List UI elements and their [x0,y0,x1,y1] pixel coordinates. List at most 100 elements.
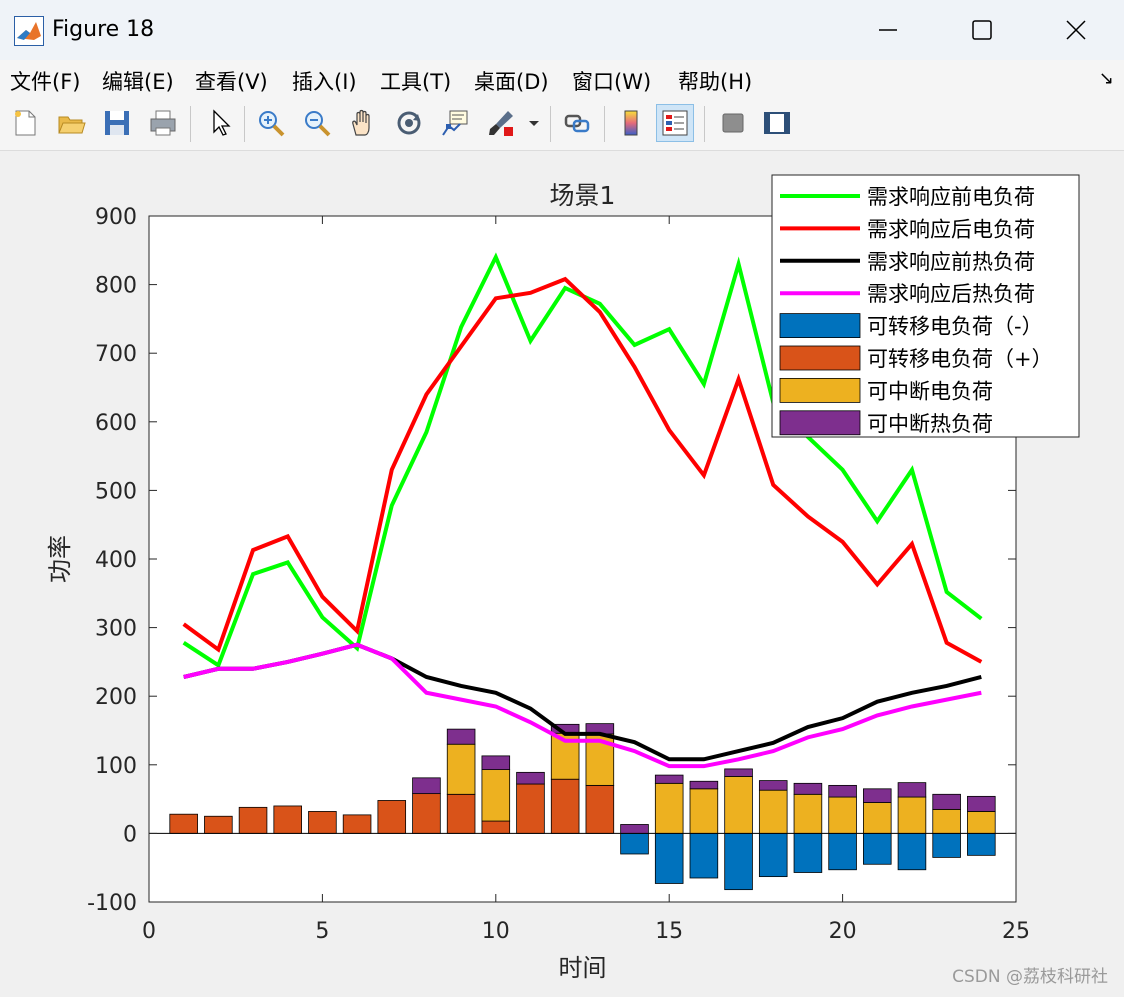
bar-transfer-minus [689,833,719,879]
y-tick-label: 100 [95,754,137,779]
maximize-icon [972,20,992,40]
bar-interruptible-heat [620,824,649,834]
close-button[interactable] [1030,0,1122,60]
menu-bar: 文件(F) 编辑(E) 查看(V) 插入(I) 工具(T) 桌面(D) 窗口(W… [0,60,1124,98]
menu-file[interactable]: 文件(F) [10,66,80,96]
x-tick-label: 20 [829,919,857,944]
bar-interruptible-heat [758,780,788,791]
y-tick-label: 600 [95,411,137,436]
bar-transfer-plus [585,784,615,834]
save-icon[interactable] [98,104,136,142]
bar-transfer-minus [932,833,961,858]
toolbar-separator [190,106,191,142]
y-tick-label: 700 [95,342,137,367]
menu-insert[interactable]: 插入(I) [292,66,357,96]
bar-interruptible-elec [932,808,961,834]
bar-transfer-plus [273,805,302,834]
title-bar: Figure 18 [0,0,1124,60]
legend-entry-label: 需求响应前电负荷 [867,185,1035,209]
bar-transfer-plus [204,815,233,834]
bar-transfer-plus [377,800,407,834]
bar-interruptible-elec [446,743,476,795]
legend-bar-swatch [779,313,861,339]
hide-plot-tools-icon[interactable] [714,104,752,142]
bar-transfer-minus [863,833,892,865]
bar-interruptible-elec [863,802,892,834]
y-tick-label: 900 [95,205,137,230]
x-tick-label: 0 [142,919,156,944]
legend: 需求响应前电负荷需求响应后电负荷需求响应前热负荷需求响应后热负荷可转移电负荷（-… [771,174,1080,438]
bar-interruptible-heat [793,782,823,795]
bar-transfer-plus [516,783,545,834]
bar-interruptible-heat [724,768,753,777]
bar-interruptible-heat [481,755,511,771]
bar-transfer-minus [793,833,823,873]
toolbar-separator [604,106,605,142]
menu-help[interactable]: 帮助(H) [678,66,752,96]
x-axis-label: 时间 [559,954,607,982]
toolbar-separator [244,106,245,142]
brush-dropdown-icon[interactable] [524,104,544,142]
bar-interruptible-elec [654,782,684,834]
figure-canvas: 0 5 10 15 20 25 -100 0 100 200 300 400 500 600 700 800 9… [2,151,1122,993]
bar-interruptible-elec [828,796,857,834]
menu-desktop[interactable]: 桌面(D) [474,66,549,96]
legend-entry-label: 可转移电负荷（-） [867,315,1043,339]
legend-icon[interactable] [656,104,694,142]
bar-interruptible-heat [932,793,961,810]
link-plot-icon[interactable] [558,104,596,142]
data-cursor-icon[interactable] [436,104,474,142]
bar-transfer-plus [342,814,372,834]
dock-arrow-icon[interactable]: ↘ [1099,68,1114,89]
bar-interruptible-heat [446,728,476,745]
maximize-button[interactable] [936,0,1028,60]
y-tick-label: 800 [95,274,137,299]
zoom-in-icon[interactable] [252,104,290,142]
menu-window[interactable]: 窗口(W) [572,66,651,96]
x-tick-label: 25 [1002,919,1030,944]
chart-svg: 0 5 10 15 20 25-10001002003004005006007008009… [46,174,1080,982]
bar-interruptible-elec [793,793,823,834]
menu-tools[interactable]: 工具(T) [380,66,451,96]
show-plot-tools-icon[interactable] [758,104,796,142]
legend-entry-label: 可中断热负荷 [867,412,993,436]
new-figure-icon[interactable] [6,104,44,142]
toolbar-separator [704,106,705,142]
x-tick-label: 5 [315,919,329,944]
colorbar-icon[interactable] [612,104,650,142]
legend-bar-swatch [779,410,861,436]
pointer-icon[interactable] [200,104,238,142]
legend-bar-swatch [779,377,861,403]
bar-interruptible-heat [689,780,719,790]
bar-interruptible-elec [758,789,788,834]
menu-view[interactable]: 查看(V) [195,66,268,96]
pan-hand-icon[interactable] [344,104,382,142]
zoom-out-icon[interactable] [298,104,336,142]
print-icon[interactable] [144,104,182,142]
y-tick-label: 400 [95,548,137,573]
minimize-icon [879,29,897,31]
bar-interruptible-elec [967,811,996,834]
minimize-button[interactable] [842,0,934,60]
toolbar-separator [550,106,551,142]
bar-transfer-plus [412,793,441,834]
bar-transfer-plus [550,778,580,834]
legend-entry-label: 需求响应后热负荷 [867,282,1035,306]
bar-transfer-plus [238,806,268,834]
x-tick-label: 10 [482,919,510,944]
bar-interruptible-elec [689,788,719,834]
bar-interruptible-heat [828,784,857,798]
legend-bar-swatch [779,345,861,371]
window-title: Figure 18 [52,17,155,42]
brush-icon[interactable] [482,104,520,142]
figure-toolbar [0,98,1124,151]
bar-interruptible-heat [654,774,684,784]
open-file-icon[interactable] [52,104,90,142]
bar-transfer-minus [897,833,927,871]
x-tick-label: 15 [655,919,683,944]
menu-edit[interactable]: 编辑(E) [102,66,174,96]
bar-interruptible-heat [897,782,927,798]
bar-transfer-plus [169,813,198,834]
rotate-3d-icon[interactable] [390,104,428,142]
legend-entry-label: 可中断电负荷 [867,379,993,403]
